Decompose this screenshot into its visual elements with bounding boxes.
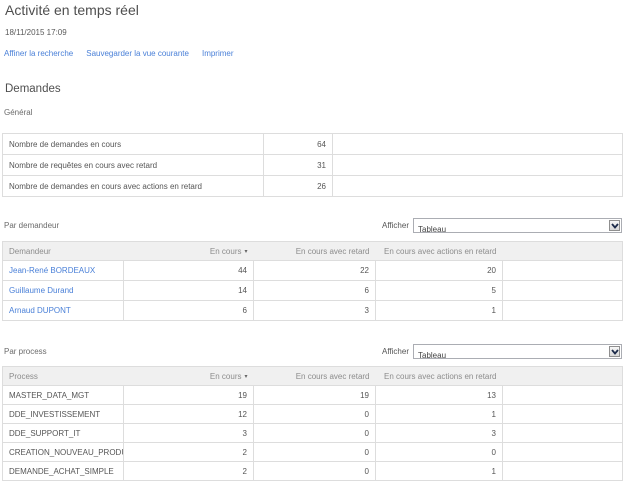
table-header-row: Process En cours▾ En cours avec retard E… [3, 367, 623, 386]
table-row: DDE_SUPPORT_IT 3 0 3 [3, 424, 623, 443]
select-value: Tableau [414, 225, 446, 234]
display-mode-control: Afficher Tableau [382, 344, 622, 359]
table-row: CREATION_NOUVEAU_PRODUIT 2 0 0 [3, 443, 623, 462]
general-row-spacer [333, 134, 623, 155]
cell-avec-retard: 3 [254, 301, 376, 321]
cell-spacer [503, 281, 623, 301]
afficher-label: Afficher [382, 221, 409, 230]
display-mode-control: Afficher Tableau [382, 218, 622, 233]
general-row-spacer [333, 176, 623, 197]
cell-process-name: DDE_SUPPORT_IT [3, 424, 124, 443]
column-header-actions-en-retard[interactable]: En cours avec actions en retard [376, 367, 503, 386]
column-header-process[interactable]: Process [3, 367, 124, 386]
column-header-spacer [503, 367, 623, 386]
table-row: Jean-René BORDEAUX 44 22 20 [3, 261, 623, 281]
chevron-down-icon[interactable] [609, 220, 620, 231]
column-header-en-cours-avec-retard[interactable]: En cours avec retard [254, 367, 376, 386]
table-row: Guillaume Durand 14 6 5 [3, 281, 623, 301]
table-row: Arnaud DUPONT 6 3 1 [3, 301, 623, 321]
cell-avec-retard: 0 [254, 405, 376, 424]
column-header-actions-en-retard[interactable]: En cours avec actions en retard [376, 242, 503, 261]
subsection-label-general: Général [4, 108, 32, 117]
cell-process-name: DEMANDE_ACHAT_SIMPLE [3, 462, 124, 481]
cell-en-cours: 14 [124, 281, 254, 301]
general-row-value: 64 [264, 134, 333, 155]
general-counts-table: Nombre de demandes en cours 64 Nombre de… [2, 133, 623, 197]
cell-avec-retard: 19 [254, 386, 376, 405]
cell-actions-retard: 13 [376, 386, 503, 405]
sort-desc-icon: ▾ [244, 249, 247, 255]
cell-spacer [503, 424, 623, 443]
cell-actions-retard: 1 [376, 405, 503, 424]
cell-en-cours: 6 [124, 301, 254, 321]
select-value: Tableau [414, 351, 446, 360]
column-header-demandeur[interactable]: Demandeur [3, 242, 124, 261]
column-header-en-cours[interactable]: En cours▾ [124, 367, 254, 386]
table-row: MASTER_DATA_MGT 19 19 13 [3, 386, 623, 405]
column-header-spacer [503, 242, 623, 261]
general-row-spacer [333, 155, 623, 176]
display-mode-select-process[interactable]: Tableau [413, 344, 622, 359]
cell-process-name: MASTER_DATA_MGT [3, 386, 124, 405]
sort-desc-icon: ▾ [244, 374, 247, 380]
print-link[interactable]: Imprimer [202, 49, 234, 58]
cell-actions-retard: 3 [376, 424, 503, 443]
cell-actions-retard: 20 [376, 261, 503, 281]
cell-process-name: DDE_INVESTISSEMENT [3, 405, 124, 424]
cell-avec-retard: 22 [254, 261, 376, 281]
cell-avec-retard: 0 [254, 462, 376, 481]
par-demandeur-table: Demandeur En cours▾ En cours avec retard… [2, 241, 623, 321]
general-row-label: Nombre de requêtes en cours avec retard [3, 155, 264, 176]
save-current-view-link[interactable]: Sauvegarder la vue courante [86, 49, 189, 58]
cell-avec-retard: 6 [254, 281, 376, 301]
table-row: Nombre de demandes en cours avec actions… [3, 176, 623, 197]
table-row: DEMANDE_ACHAT_SIMPLE 2 0 1 [3, 462, 623, 481]
table-header-row: Demandeur En cours▾ En cours avec retard… [3, 242, 623, 261]
column-header-en-cours[interactable]: En cours▾ [124, 242, 254, 261]
refine-search-link[interactable]: Affiner la recherche [4, 49, 73, 58]
demandeur-link[interactable]: Arnaud DUPONT [9, 306, 71, 315]
display-mode-select-demandeur[interactable]: Tableau [413, 218, 622, 233]
general-row-value: 31 [264, 155, 333, 176]
section-heading-demandes: Demandes [5, 83, 61, 95]
cell-spacer [503, 386, 623, 405]
table-row: Nombre de requêtes en cours avec retard … [3, 155, 623, 176]
afficher-label: Afficher [382, 347, 409, 356]
column-header-en-cours-avec-retard[interactable]: En cours avec retard [254, 242, 376, 261]
chevron-down-icon[interactable] [609, 346, 620, 357]
cell-avec-retard: 0 [254, 443, 376, 462]
demandeur-link[interactable]: Guillaume Durand [9, 286, 73, 295]
cell-actions-retard: 5 [376, 281, 503, 301]
cell-en-cours: 19 [124, 386, 254, 405]
cell-spacer [503, 443, 623, 462]
demandeur-link[interactable]: Jean-René BORDEAUX [9, 266, 95, 275]
page-title: Activité en temps réel [5, 2, 139, 18]
cell-avec-retard: 0 [254, 424, 376, 443]
cell-actions-retard: 1 [376, 462, 503, 481]
table-row: Nombre de demandes en cours 64 [3, 134, 623, 155]
cell-spacer [503, 261, 623, 281]
general-row-label: Nombre de demandes en cours avec actions… [3, 176, 264, 197]
cell-en-cours: 2 [124, 462, 254, 481]
cell-en-cours: 12 [124, 405, 254, 424]
general-row-label: Nombre de demandes en cours [3, 134, 264, 155]
general-row-value: 26 [264, 176, 333, 197]
cell-actions-retard: 1 [376, 301, 503, 321]
report-timestamp: 18/11/2015 17:09 [5, 28, 67, 37]
par-process-table: Process En cours▾ En cours avec retard E… [2, 366, 623, 481]
subsection-label-par-demandeur: Par demandeur [4, 221, 59, 230]
cell-spacer [503, 462, 623, 481]
subsection-label-par-process: Par process [4, 347, 47, 356]
table-row: DDE_INVESTISSEMENT 12 0 1 [3, 405, 623, 424]
cell-actions-retard: 0 [376, 443, 503, 462]
par-demandeur-header-row: Par demandeur Afficher Tableau [2, 217, 622, 233]
cell-en-cours: 2 [124, 443, 254, 462]
cell-en-cours: 3 [124, 424, 254, 443]
toolbar: Affiner la recherche Sauvegarder la vue … [4, 49, 234, 58]
cell-process-name: CREATION_NOUVEAU_PRODUIT [3, 443, 124, 462]
par-process-header-row: Par process Afficher Tableau [2, 343, 622, 359]
cell-spacer [503, 301, 623, 321]
cell-spacer [503, 405, 623, 424]
cell-en-cours: 44 [124, 261, 254, 281]
